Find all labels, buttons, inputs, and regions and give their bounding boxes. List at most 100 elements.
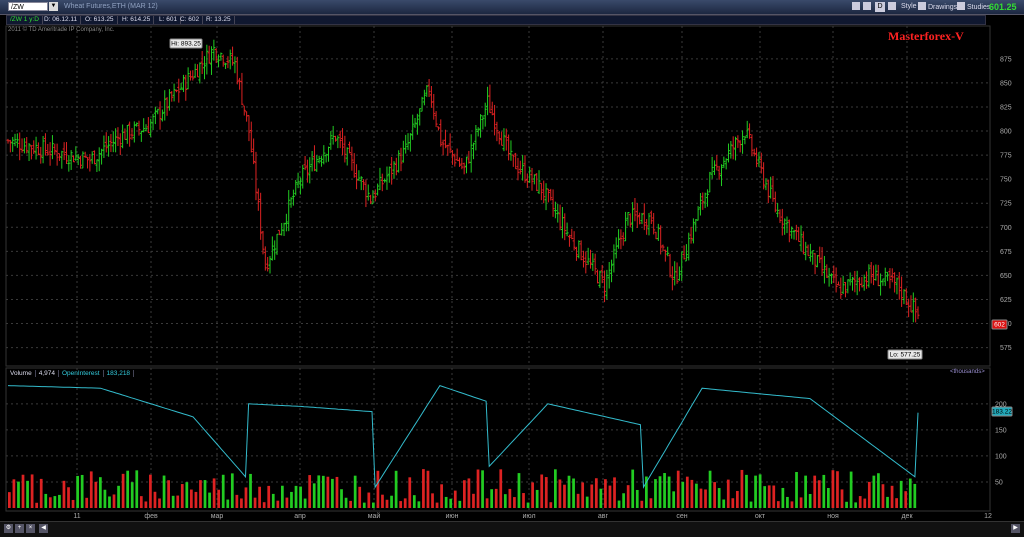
- ohlc-bar: [586, 247, 590, 265]
- ohlc-bar: [415, 113, 419, 135]
- ohlc-bar: [273, 240, 277, 260]
- volume-bar: [594, 478, 598, 508]
- ohlc-bar: [170, 91, 174, 102]
- ohlc-bar: [715, 155, 719, 171]
- ohlc-bar: [605, 269, 609, 300]
- volume-bar: [772, 485, 776, 508]
- volume-bar: [822, 474, 826, 508]
- volume-bar: [362, 502, 366, 508]
- volume-bar: [422, 469, 425, 508]
- time-tick-label: ноя: [827, 513, 839, 520]
- ohlc-bar: [394, 157, 398, 176]
- ohlc-bar: [883, 267, 887, 287]
- volume-bar: [372, 502, 375, 508]
- volume-bar: [271, 493, 275, 508]
- ohlc-bar: [366, 184, 370, 201]
- ohlc-bar: [160, 109, 164, 122]
- svg-text:Lo: 577.25: Lo: 577.25: [890, 352, 921, 359]
- ohlc-bar: [764, 178, 768, 191]
- volume-tick-label: 50: [995, 479, 1003, 486]
- volume-bar: [135, 470, 139, 508]
- volume-bar: [199, 480, 202, 508]
- volume-bar: [581, 482, 585, 508]
- ohlc-bar: [729, 140, 733, 159]
- volume-bar: [94, 481, 98, 508]
- scroll-right-icon[interactable]: ▶: [1011, 524, 1020, 533]
- time-tick-label: июл: [522, 513, 535, 520]
- volume-bar: [262, 502, 266, 508]
- zoom-icon[interactable]: +: [15, 524, 24, 533]
- volume-bar: [672, 491, 676, 508]
- volume-bar: [663, 473, 666, 508]
- volume-bar: [817, 480, 821, 508]
- volume-bar: [435, 502, 439, 508]
- volume-bar: [331, 478, 334, 508]
- volume-bar: [604, 479, 607, 508]
- volume-bar: [267, 485, 271, 508]
- ohlc-bar: [64, 142, 68, 164]
- volume-bar: [731, 498, 735, 508]
- ohlc-bar: [186, 67, 190, 90]
- volume-bar: [831, 470, 835, 508]
- ohlc-bar: [441, 139, 445, 156]
- volume-label: Volume: [7, 370, 36, 377]
- volume-bar: [71, 499, 75, 508]
- time-tick-label: сен: [676, 513, 687, 520]
- ohlc-bar: [355, 164, 359, 190]
- ohlc-bar: [109, 134, 113, 153]
- volume-bar: [253, 497, 257, 508]
- close-icon[interactable]: ×: [26, 524, 35, 533]
- volume-bar: [440, 484, 443, 508]
- ohlc-bar: [270, 236, 274, 261]
- volume-bar: [112, 494, 116, 508]
- ohlc-bar: [41, 135, 45, 164]
- volume-bar: [408, 477, 412, 508]
- volume-bar: [585, 496, 589, 508]
- price-tick-label: 825: [1000, 104, 1012, 111]
- volume-bar: [8, 492, 11, 508]
- volume-bar: [522, 493, 525, 508]
- volume-bar: [212, 478, 216, 508]
- ohlc-bar: [731, 136, 735, 160]
- ohlc-bar: [53, 143, 57, 155]
- ohlc-bar: [553, 201, 557, 219]
- ohlc-bar: [745, 120, 749, 139]
- volume-bar: [699, 488, 703, 508]
- volume-bar: [549, 502, 553, 508]
- grid-lines: [5, 25, 991, 512]
- volume-bar: [722, 499, 726, 508]
- ohlc-bar: [624, 211, 628, 242]
- chart-canvas[interactable]: 5756006256506757007257507758008258508755…: [0, 0, 1024, 536]
- ohlc-bar: [144, 124, 148, 132]
- volume-bar: [130, 482, 134, 508]
- ohlc-bar: [895, 277, 899, 295]
- volume-bar: [299, 486, 302, 508]
- ohlc-bar: [319, 156, 323, 167]
- volume-bar: [412, 495, 416, 508]
- ohlc-bar: [436, 126, 440, 131]
- ohlc-bar: [813, 253, 817, 275]
- volume-bar: [872, 475, 876, 508]
- volume-bar: [463, 480, 466, 508]
- volume-bar: [358, 486, 362, 508]
- ohlc-bar: [352, 153, 356, 178]
- volume-bar: [35, 502, 39, 508]
- ohlc-bar: [689, 226, 693, 244]
- ohlc-bar: [242, 105, 246, 116]
- ohlc-bar: [181, 74, 185, 93]
- ohlc-bar: [490, 101, 494, 116]
- volume-bar: [736, 490, 739, 508]
- ohlc-bar: [900, 276, 904, 307]
- ohlc-bar: [282, 222, 286, 236]
- ohlc-bar: [312, 145, 316, 172]
- ohlc-bar: [245, 111, 249, 122]
- settings-icon[interactable]: ⚙: [4, 524, 13, 533]
- volume-bar: [877, 473, 880, 508]
- volume-bar: [726, 479, 730, 508]
- volume-bar: [58, 494, 61, 508]
- scroll-left-icon[interactable]: ◀: [39, 524, 48, 533]
- volume-bar: [781, 487, 785, 508]
- ohlc-bar: [535, 173, 539, 192]
- volume-bar: [767, 485, 771, 508]
- ohlc-bar: [67, 155, 71, 172]
